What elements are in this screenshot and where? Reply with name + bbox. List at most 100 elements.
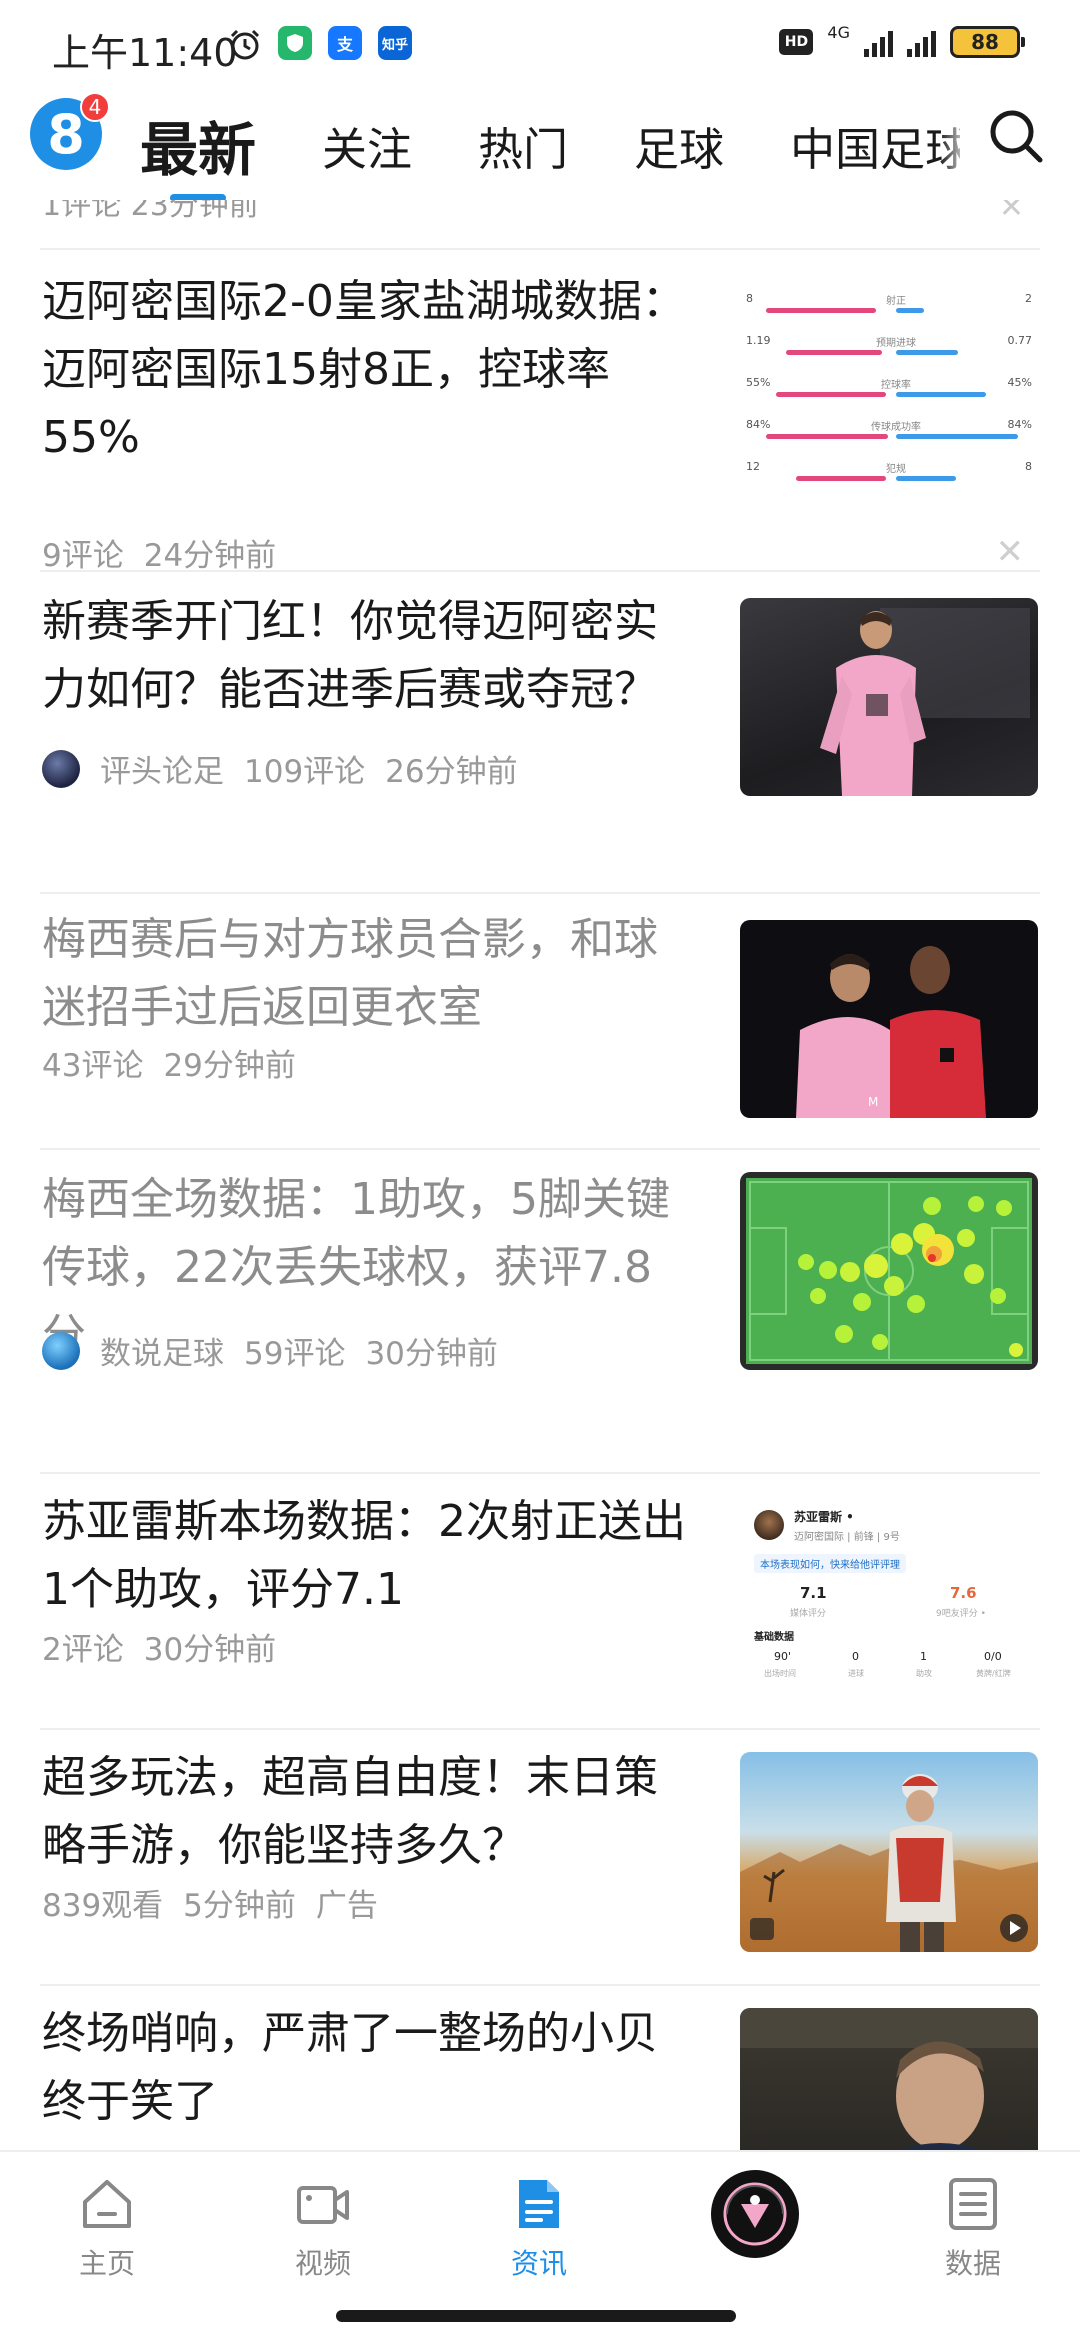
away-bar bbox=[896, 392, 986, 397]
ad-label: 广告 bbox=[315, 1888, 378, 1924]
publish-time: 5分钟前 bbox=[183, 1888, 296, 1924]
signal-icon-2 bbox=[907, 27, 936, 57]
stat-away: 0.77 bbox=[1007, 334, 1033, 347]
stat-home: 84% bbox=[746, 418, 771, 431]
home-bar bbox=[766, 434, 888, 439]
messi-photo[interactable] bbox=[740, 598, 1038, 796]
comment-count: 43评论 bbox=[42, 1048, 144, 1084]
news-meta: 评头论足 109评论 26分钟前 bbox=[42, 746, 538, 791]
nav-data-label: 数据 bbox=[944, 2247, 1001, 2280]
shield-app-icon bbox=[278, 26, 312, 60]
home-bar bbox=[786, 350, 882, 355]
video-icon bbox=[297, 2186, 349, 2224]
hd-badge: HD bbox=[779, 29, 814, 55]
news-meta: 9评论 24分钟前 bbox=[42, 530, 296, 575]
news-meta: 数说足球 59评论 30分钟前 bbox=[42, 1328, 518, 1373]
news-title[interactable]: 迈阿密国际2-0皇家盐湖城数据：迈阿密国际15射8正，控球率55% bbox=[42, 268, 692, 472]
alipay-label: 支 bbox=[336, 35, 353, 54]
news-item[interactable]: 新赛季开门红！你觉得迈阿密实力如何？能否进季后赛或夺冠？ 评头论足 109评论 … bbox=[0, 572, 1080, 892]
dismiss-icon[interactable]: ✕ bbox=[996, 532, 1025, 572]
comment-count: 109评论 bbox=[244, 754, 366, 790]
news-icon bbox=[519, 2180, 559, 2228]
news-item[interactable]: 梅西赛后与对方球员合影，和球迷招手过后返回更衣室 43评论 29分钟前 ✕ M bbox=[0, 894, 1080, 1148]
stat-home: 12 bbox=[746, 460, 760, 473]
player-name: 苏亚雷斯 • bbox=[794, 1510, 854, 1524]
news-item[interactable]: 终场哨响，严肃了一整场的小贝终于笑了 bbox=[0, 1986, 1080, 2150]
news-title[interactable]: 终场哨响，严肃了一整场的小贝终于笑了 bbox=[42, 2000, 692, 2136]
source-avatar bbox=[42, 1331, 80, 1370]
stat-home: 1.19 bbox=[746, 334, 771, 347]
stat-name: 控球率 bbox=[881, 380, 911, 391]
stat-label: 助攻 bbox=[916, 1669, 932, 1678]
nav-home[interactable]: 主页 bbox=[32, 2174, 182, 2282]
rating-prompt: 本场表现如何，快来给他评评理 bbox=[754, 1554, 906, 1573]
messi-with-opponent-photo[interactable]: M bbox=[740, 920, 1038, 1118]
search-icon[interactable] bbox=[986, 106, 1046, 166]
game-ad-image[interactable] bbox=[740, 1752, 1038, 1952]
home-bar bbox=[766, 308, 876, 313]
player-team: 迈阿密国际 | 前锋 | 9号 bbox=[794, 1532, 900, 1543]
stat-row: 1.19 预期进球 0.77 bbox=[746, 334, 1032, 360]
home-bar bbox=[776, 392, 886, 397]
home-icon bbox=[83, 2180, 131, 2228]
publish-time: 24分钟前 bbox=[143, 538, 277, 574]
source-name[interactable]: 评头论足 bbox=[100, 746, 224, 791]
stat-name: 射正 bbox=[886, 296, 906, 307]
tab-strip: 最新 关注 热门 足球 中国足球 bbox=[140, 92, 960, 200]
tab-football[interactable]: 足球 bbox=[634, 120, 724, 180]
stat-row: 8 射正 2 bbox=[746, 292, 1032, 318]
news-meta: 2评论 30分钟前 bbox=[42, 1624, 296, 1669]
match-stats-graphic[interactable]: 8 射正 2 1.19 预期进球 0.77 55% 控球率 45% 84% 传球… bbox=[740, 280, 1038, 530]
nav-video[interactable]: 视频 bbox=[248, 2174, 398, 2282]
stat-away: 84% bbox=[1007, 418, 1032, 431]
player-rating-card[interactable]: 苏亚雷斯 • 迈阿密国际 | 前锋 | 9号 本场表现如何，快来给他评评理 7.… bbox=[740, 1498, 1038, 1708]
news-item[interactable]: 梅西全场数据：1助攻，5脚关键传球，22次丢失球权，获评7.8分 数说足球 59… bbox=[0, 1150, 1080, 1472]
stat-value: 90' bbox=[774, 1650, 792, 1663]
news-item[interactable]: 迈阿密国际2-0皇家盐湖城数据：迈阿密国际15射8正，控球率55% 9评论 24… bbox=[0, 250, 1080, 574]
stat-name: 犯规 bbox=[886, 464, 906, 475]
news-item[interactable]: 苏亚雷斯本场数据：2次射正送出1个助攻，评分7.1 2评论 30分钟前 ✕ 苏亚… bbox=[0, 1474, 1080, 1728]
ad-item[interactable]: 超多玩法，超高自由度！末日策略手游，你能坚持多久？ 839观看 5分钟前 广告 … bbox=[0, 1730, 1080, 1984]
nav-news[interactable]: 资讯 bbox=[464, 2174, 614, 2282]
tab-hot[interactable]: 热门 bbox=[478, 120, 568, 180]
status-time: 上午11:40 bbox=[52, 31, 238, 75]
stat-value: 0/0 bbox=[984, 1650, 1002, 1663]
stat-row: 84% 传球成功率 84% bbox=[746, 418, 1032, 444]
heatmap-graphic[interactable] bbox=[740, 1172, 1038, 1370]
ad-title[interactable]: 超多玩法，超高自由度！末日策略手游，你能坚持多久？ bbox=[42, 1744, 692, 1880]
news-title[interactable]: 苏亚雷斯本场数据：2次射正送出1个助攻，评分7.1 bbox=[42, 1488, 692, 1624]
zhihu-app-icon: 知乎 bbox=[378, 26, 412, 60]
media-score-label: 媒体评分 bbox=[790, 1609, 827, 1619]
status-bar: 上午11:40 支 知乎 HD 4G 88 bbox=[0, 0, 1080, 92]
battery-icon: 88 bbox=[950, 26, 1025, 58]
tab-fade bbox=[940, 92, 970, 192]
stat-home: 8 bbox=[746, 292, 753, 305]
tab-following[interactable]: 关注 bbox=[322, 120, 412, 180]
publish-time: 26分钟前 bbox=[385, 754, 518, 790]
stat-value: 0 bbox=[852, 1650, 859, 1663]
nav-team[interactable] bbox=[680, 2166, 830, 2262]
stat-row: 55% 控球率 45% bbox=[746, 376, 1032, 402]
alipay-app-icon: 支 bbox=[328, 26, 362, 60]
publish-time: 30分钟前 bbox=[365, 1336, 498, 1372]
nav-data[interactable]: 数据 bbox=[898, 2174, 1048, 2282]
news-meta: 43评论 29分钟前 bbox=[42, 1040, 316, 1085]
source-name[interactable]: 数说足球 bbox=[100, 1328, 224, 1373]
news-feed[interactable]: 1评论 23分钟前 ✕ 迈阿密国际2-0皇家盐湖城数据：迈阿密国际15射8正，控… bbox=[0, 200, 1080, 2150]
tab-latest[interactable]: 最新 bbox=[140, 120, 256, 200]
nav-news-label: 资讯 bbox=[510, 2247, 567, 2280]
close-icon[interactable]: ✕ bbox=[999, 200, 1024, 225]
stat-home: 55% bbox=[746, 376, 771, 389]
ad-meta: 839观看 5分钟前 广告 bbox=[42, 1880, 398, 1925]
home-bar bbox=[796, 476, 886, 481]
media-score: 7.1 bbox=[800, 1584, 827, 1602]
source-avatar bbox=[42, 749, 80, 788]
news-title[interactable]: 梅西赛后与对方球员合影，和球迷招手过后返回更衣室 bbox=[42, 906, 692, 1042]
top-nav: 8 4 最新 关注 热门 足球 中国足球 bbox=[0, 92, 1080, 200]
partial-item-meta: 1评论 23分钟前 bbox=[42, 200, 259, 223]
stat-label: 出场时间 bbox=[764, 1669, 796, 1678]
home-indicator[interactable] bbox=[336, 2310, 736, 2322]
beckham-photo[interactable] bbox=[740, 2008, 1038, 2150]
tab-chinese-football[interactable]: 中国足球 bbox=[790, 120, 960, 180]
news-title[interactable]: 新赛季开门红！你觉得迈阿密实力如何？能否进季后赛或夺冠？ bbox=[42, 588, 692, 724]
